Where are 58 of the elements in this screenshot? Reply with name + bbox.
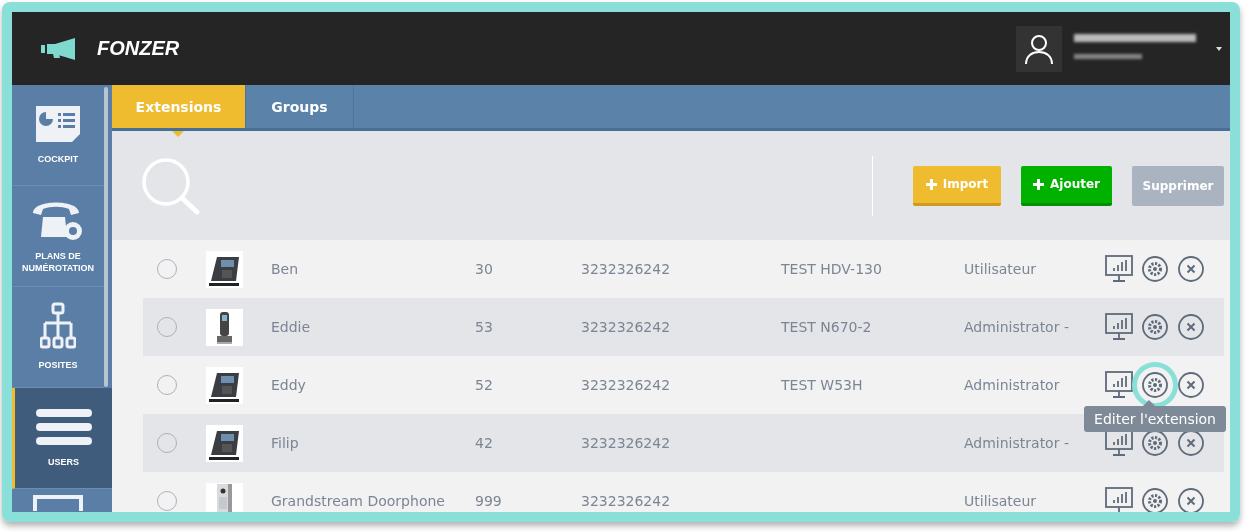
settings-icon[interactable] <box>1141 487 1169 512</box>
monitor-chart-icon[interactable] <box>1105 371 1133 399</box>
close-icon[interactable] <box>1177 371 1205 399</box>
user-role: Administrator - <box>964 435 1070 451</box>
extension-name: Grandstream Doorphone <box>271 493 446 509</box>
brand-name: FONZER <box>97 37 180 60</box>
dashboard-card-icon <box>34 104 82 145</box>
device-name: TEST HDV-130 <box>781 261 883 277</box>
sidebar-label: USERS <box>48 457 79 469</box>
sidebar-label: COCKPIT <box>37 154 79 166</box>
close-icon[interactable] <box>1177 487 1205 512</box>
user-avatar[interactable] <box>1016 25 1062 72</box>
close-icon[interactable] <box>1177 429 1205 457</box>
monitor-chart-icon[interactable] <box>1105 429 1133 457</box>
sidebar-item[interactable]: USERS <box>12 388 112 489</box>
sidebar-label: PLANS DE NUMÉROTATION <box>20 251 96 275</box>
extension-number: 30 <box>475 261 494 277</box>
user-role: Administrator <box>964 377 1061 393</box>
sidebar-item[interactable]: PLANS DE NUMÉROTATION <box>12 186 104 287</box>
settings-icon[interactable] <box>1141 429 1169 457</box>
window-icon <box>33 495 83 511</box>
org-chart-icon <box>40 302 76 351</box>
plus-icon <box>1033 178 1044 190</box>
scrollbar[interactable] <box>104 87 108 387</box>
user-role: Utilisateur <box>964 261 1037 277</box>
extension-name: Eddie <box>271 319 312 335</box>
extension-name: Ben <box>271 261 300 277</box>
extension-number: 999 <box>475 493 503 509</box>
phone-number: 3232326242 <box>581 261 672 277</box>
extension-number: 42 <box>475 435 494 451</box>
close-icon[interactable] <box>1177 313 1205 341</box>
caret-icon[interactable] <box>1216 46 1222 51</box>
phone-number: 3232326242 <box>581 435 672 451</box>
extension-name: Eddy <box>271 377 307 393</box>
add-button[interactable]: Ajouter <box>1021 165 1112 206</box>
tab[interactable]: Groups <box>246 85 354 128</box>
user-role: Administrator - <box>964 319 1070 335</box>
sidebar-item[interactable]: COCKPIT <box>12 85 104 186</box>
menu-lines-icon <box>34 407 93 448</box>
monitor-chart-icon[interactable] <box>1105 255 1133 283</box>
monitor-chart-icon[interactable] <box>1105 313 1133 341</box>
settings-icon[interactable] <box>1141 371 1169 399</box>
sidebar-label: POSITES <box>38 360 78 372</box>
monitor-chart-icon[interactable] <box>1105 487 1133 512</box>
close-icon[interactable] <box>1177 255 1205 283</box>
extension-number: 52 <box>475 377 494 393</box>
phone-number: 3232326242 <box>581 377 672 393</box>
device-name: TEST N670-2 <box>781 319 873 335</box>
extension-number: 53 <box>475 319 494 335</box>
user-role: Utilisateur <box>964 493 1037 509</box>
phone-number: 3232326242 <box>581 319 672 335</box>
settings-icon[interactable] <box>1141 313 1169 341</box>
settings-icon[interactable] <box>1141 255 1169 283</box>
phone-number: 3232326242 <box>581 493 672 509</box>
extension-name: Filip <box>271 435 300 451</box>
plus-icon <box>925 178 937 190</box>
tooltip: Editer l'extension <box>1084 406 1226 432</box>
device-name: TEST W53H <box>781 377 864 393</box>
